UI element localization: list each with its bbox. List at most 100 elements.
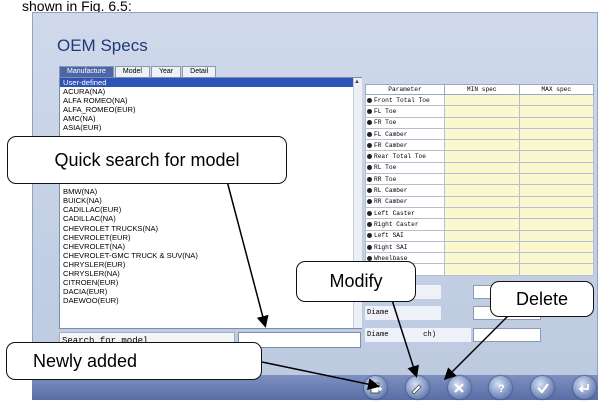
table-row[interactable]: FR Toe (365, 116, 594, 129)
bullet-icon (367, 131, 372, 137)
list-item[interactable]: CHEVROLET TRUCKS(NA) (60, 224, 361, 233)
list-item[interactable]: CHEVROLET(EUR) (60, 233, 361, 242)
table-row[interactable]: Left SAI (365, 229, 594, 242)
check-icon (536, 382, 549, 394)
table-row[interactable]: FR Camber (365, 139, 594, 152)
list-item[interactable]: ALFA_ROMEO(EUR) (60, 105, 361, 114)
min-spec-cell[interactable] (444, 252, 520, 265)
parameter-name: RL Camber (374, 187, 408, 195)
max-spec-cell[interactable] (518, 195, 594, 208)
bullet-icon (367, 108, 372, 114)
min-spec-cell[interactable] (444, 127, 520, 141)
min-spec-cell[interactable] (444, 218, 520, 231)
list-item[interactable]: BMW(NA) (60, 187, 361, 196)
column-header-parameter: Parameter (365, 84, 445, 95)
max-spec-cell[interactable] (518, 218, 594, 231)
diameter-label-3: Diame ch) (365, 328, 471, 342)
min-spec-cell[interactable] (444, 184, 520, 197)
bullet-icon (367, 176, 372, 182)
list-item[interactable]: CHEVROLET(NA) (60, 242, 361, 251)
max-spec-cell[interactable] (518, 229, 594, 242)
parameter-name: FL Camber (374, 130, 408, 138)
parameter-name: RR Toe (374, 175, 397, 183)
spec-cell[interactable] (444, 263, 520, 276)
max-spec-cell[interactable] (518, 93, 594, 107)
bullet-icon (367, 221, 372, 227)
bullet-icon (367, 142, 372, 148)
max-spec-cell[interactable] (518, 105, 594, 118)
table-row[interactable]: RR Camber (365, 195, 594, 208)
bullet-icon (367, 188, 372, 194)
edit-icon (411, 384, 422, 394)
diameter-input-3[interactable] (473, 328, 541, 342)
help-button[interactable]: ? (489, 376, 513, 399)
table-row[interactable]: FL Camber (365, 127, 594, 141)
ok-button[interactable] (531, 376, 555, 399)
add-icon (370, 382, 382, 393)
list-item[interactable]: ALFA ROMEO(NA) (60, 96, 361, 105)
max-spec-cell[interactable] (518, 252, 594, 265)
min-spec-cell[interactable] (444, 93, 520, 107)
max-spec-cell[interactable] (518, 139, 594, 152)
spec-cell[interactable] (518, 263, 594, 276)
min-spec-cell[interactable] (444, 139, 520, 152)
min-spec-cell[interactable] (444, 206, 520, 220)
scroll-up-icon[interactable]: ▲ (353, 78, 361, 86)
bullet-icon (367, 165, 372, 171)
callout-newly-added: Newly added (6, 342, 262, 380)
min-spec-cell[interactable] (444, 229, 520, 242)
list-item[interactable]: AMC(NA) (60, 114, 361, 123)
max-spec-cell[interactable] (518, 150, 594, 163)
modify-button[interactable] (405, 376, 429, 399)
table-row[interactable]: RL Camber (365, 184, 594, 197)
list-item[interactable]: CHEVROLET-GMC TRUCK & SUV(NA) (60, 251, 361, 260)
bullet-icon (367, 210, 372, 216)
return-icon (579, 383, 590, 393)
delete-icon (454, 382, 464, 393)
min-spec-cell[interactable] (444, 173, 520, 186)
page-title: OEM Specs (57, 36, 148, 55)
table-row[interactable]: Right Caster (365, 218, 594, 231)
bullet-icon (367, 244, 372, 250)
table-row[interactable]: FL Toe (365, 105, 594, 118)
toolbar-buttons: ? (364, 376, 596, 399)
add-button[interactable] (364, 376, 387, 399)
min-spec-cell[interactable] (444, 195, 520, 208)
max-spec-cell[interactable] (518, 161, 594, 175)
delete-button[interactable] (447, 376, 471, 399)
list-item[interactable]: CADILLAC(NA) (60, 214, 361, 223)
back-button[interactable] (572, 376, 596, 399)
max-spec-cell[interactable] (518, 173, 594, 186)
table-row[interactable]: Left Caster (365, 206, 594, 220)
min-spec-cell[interactable] (444, 150, 520, 163)
callout-quick-search: Quick search for model (7, 136, 287, 184)
bullet-icon (367, 154, 372, 160)
table-row[interactable]: RR Toe (365, 173, 594, 186)
min-spec-cell[interactable] (444, 105, 520, 118)
max-spec-cell[interactable] (518, 184, 594, 197)
max-spec-cell[interactable] (518, 127, 594, 141)
table-row[interactable]: Right SAI (365, 240, 594, 254)
table-row[interactable]: Rear Total Toe (365, 150, 594, 163)
list-item[interactable]: ACURA(NA) (60, 87, 361, 96)
parameter-name: RR Camber (374, 198, 408, 206)
max-spec-cell[interactable] (518, 206, 594, 220)
list-item[interactable]: User-defined (60, 78, 361, 88)
table-row[interactable]: RL Toe (365, 161, 594, 175)
min-spec-cell[interactable] (444, 240, 520, 254)
spec-table: Parameter MIN spec MAX spec Front Total … (365, 84, 594, 276)
column-header-min: MIN spec (444, 84, 520, 95)
svg-text:?: ? (498, 383, 505, 395)
parameter-name: FL Toe (374, 107, 397, 115)
table-row[interactable]: Front Total Toe (365, 93, 594, 107)
list-item[interactable]: CADILLAC(EUR) (60, 205, 361, 214)
list-item[interactable]: BUICK(NA) (60, 196, 361, 205)
max-spec-cell[interactable] (518, 240, 594, 254)
list-item[interactable]: ASIA(EUR) (60, 123, 361, 132)
min-spec-cell[interactable] (444, 116, 520, 129)
parameter-name: Right Caster (374, 220, 419, 228)
min-spec-cell[interactable] (444, 161, 520, 175)
parameter-name: Front Total Toe (374, 96, 430, 104)
max-spec-cell[interactable] (518, 116, 594, 129)
parameter-name: FR Camber (374, 141, 408, 149)
